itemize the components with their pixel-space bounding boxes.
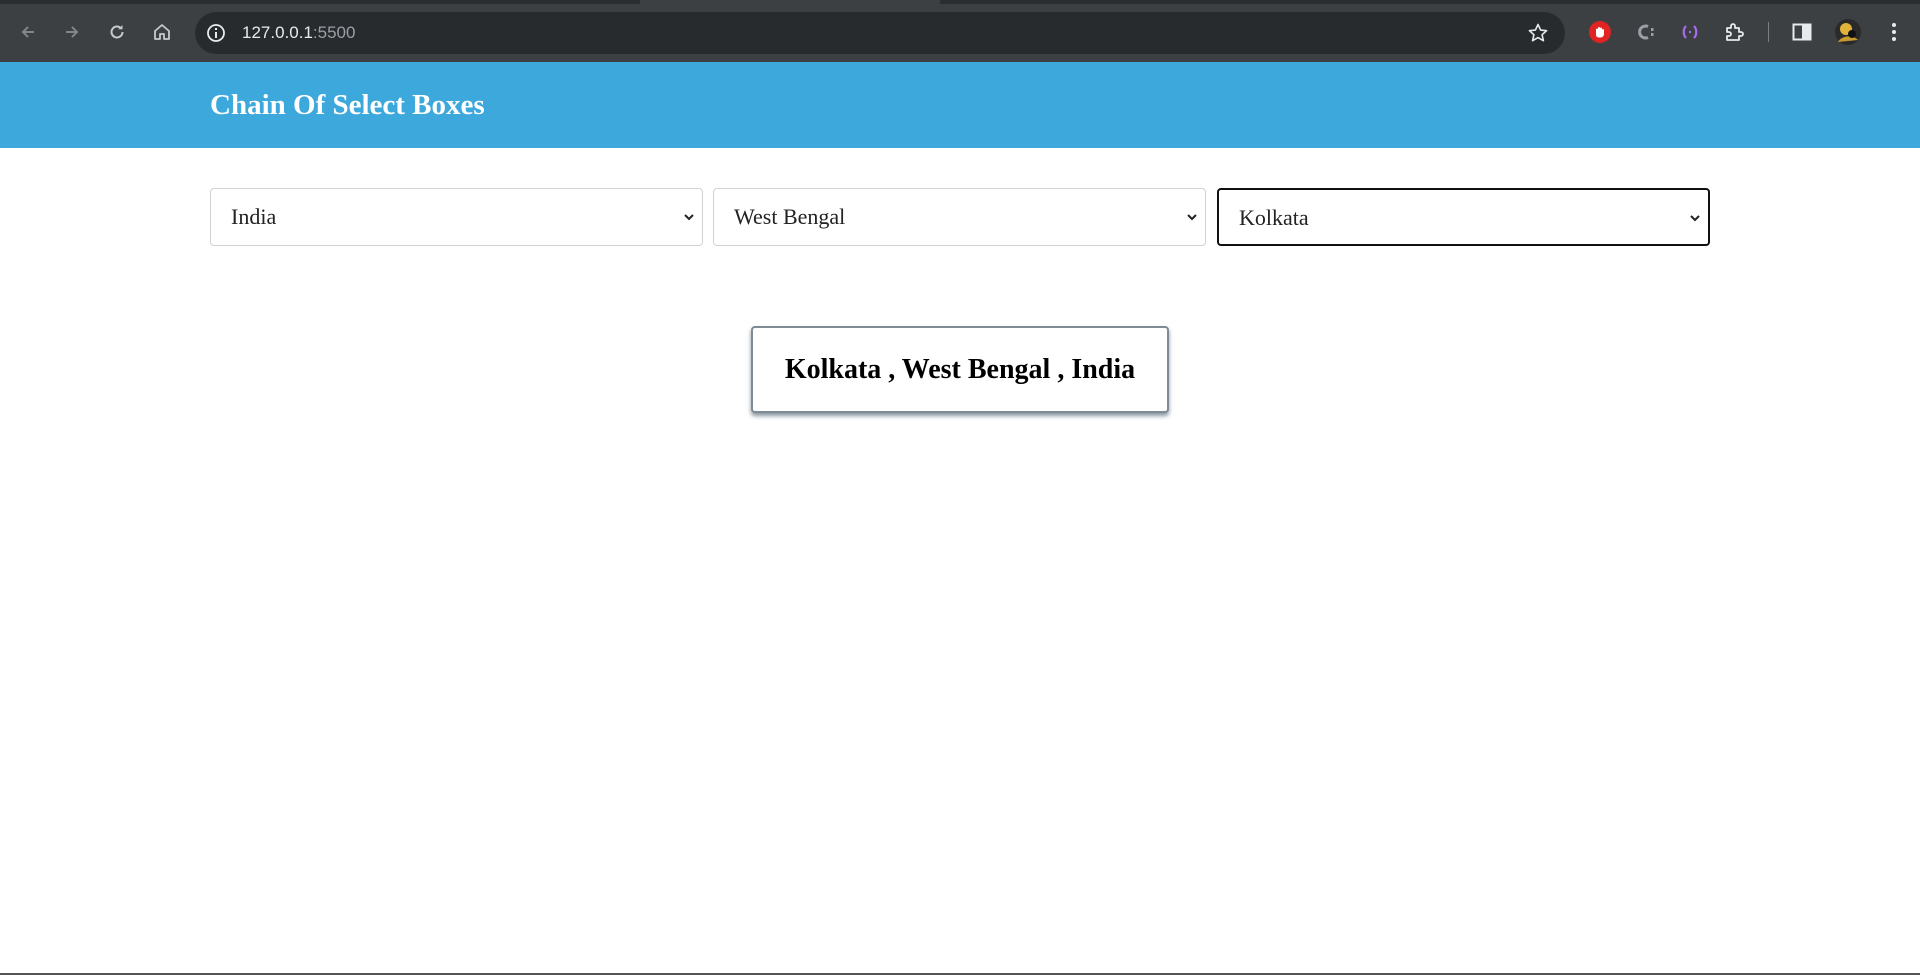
forward-button[interactable] [57, 17, 87, 47]
result-text: Kolkata , West Bengal , India [784, 353, 1136, 385]
country-select-value: India [231, 204, 277, 229]
city-select-value: Kolkata [1239, 205, 1309, 230]
reload-icon [110, 25, 124, 39]
side-panel-icon[interactable] [1790, 20, 1814, 44]
puzzle-icon[interactable] [1723, 20, 1747, 44]
tab-strip-edge [0, 0, 640, 4]
forward-arrow-icon [66, 26, 79, 38]
url-text[interactable]: 127.0.0.1:5500 [242, 12, 355, 54]
chevron-down-icon [1690, 215, 1700, 222]
toolbar-separator [1768, 22, 1769, 42]
home-icon [154, 24, 170, 40]
tab-strip-edge [940, 0, 1920, 4]
state-select[interactable]: West Bengal [713, 188, 1206, 246]
chevron-down-icon [684, 214, 694, 221]
country-select[interactable]: India [210, 188, 703, 246]
star-icon[interactable] [1527, 22, 1549, 44]
info-icon[interactable] [205, 22, 227, 44]
result-card: Kolkata , West Bengal , India [751, 326, 1169, 413]
reload-button[interactable] [102, 17, 132, 47]
url-port: :5500 [312, 23, 356, 42]
chevron-down-icon [1187, 214, 1197, 221]
kebab-menu-icon[interactable] [1882, 20, 1906, 44]
back-arrow-icon [21, 26, 34, 38]
adblock-extension-icon[interactable] [1588, 20, 1612, 44]
c-extension-icon[interactable] [1633, 20, 1657, 44]
back-button[interactable] [13, 17, 43, 47]
page-title: Chain Of Select Boxes [210, 89, 485, 121]
home-button[interactable] [147, 17, 177, 47]
browser-toolbar: 127.0.0.1:5500 [0, 0, 1920, 62]
address-bar[interactable]: 127.0.0.1:5500 [195, 12, 1565, 54]
city-select[interactable]: Kolkata [1217, 188, 1710, 246]
url-host: 127.0.0.1 [242, 23, 313, 42]
bracket-extension-icon[interactable] [1678, 20, 1702, 44]
page-header: Chain Of Select Boxes [0, 62, 1920, 148]
profile-avatar[interactable] [1834, 18, 1862, 46]
state-select-value: West Bengal [734, 204, 846, 229]
